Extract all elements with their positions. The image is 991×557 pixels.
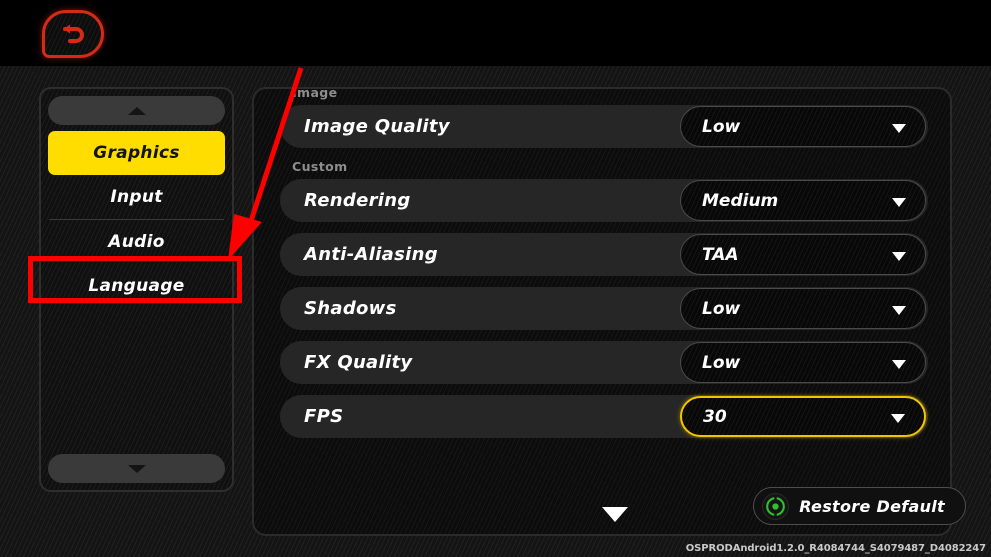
sidebar-item-audio[interactable]: Audio [48,220,225,264]
sidebar-item-label: Graphics [93,143,180,163]
section-header-image: Image [292,87,338,100]
chevron-down-icon [892,123,906,133]
chevron-down-icon [127,464,146,473]
setting-row-fx-quality[interactable]: FX Quality Low [280,341,928,384]
dropdown-value: 30 [703,406,727,427]
setting-row-rendering[interactable]: Rendering Medium [280,179,928,222]
sidebar-item-graphics[interactable]: Graphics [48,131,225,175]
dropdown-value: Low [702,116,741,137]
sidebar-item-label: Audio [108,232,165,252]
dropdown-image-quality[interactable]: Low [680,106,926,147]
setting-label: FPS [304,406,344,427]
chevron-down-icon [892,197,906,207]
sidebar-menu: Graphics Input Audio Language [48,131,225,454]
build-version-text: OSPRODAndroid1.2.0_R4084744_S4079487_D40… [685,543,986,554]
setting-label: Rendering [304,190,411,211]
back-button[interactable] [42,10,104,58]
sidebar-item-language[interactable]: Language [48,264,225,308]
dropdown-value: TAA [702,244,739,265]
sidebar-item-input[interactable]: Input [48,175,225,219]
sidebar-scroll-down-button[interactable] [48,454,225,483]
settings-sidebar: Graphics Input Audio Language [39,87,234,492]
top-header-bar [0,0,991,66]
setting-row-image-quality[interactable]: Image Quality Low [280,105,928,148]
setting-label: Image Quality [304,116,450,137]
section-header-custom: Custom [292,159,348,174]
back-arrow-icon [59,22,87,46]
dropdown-value: Low [702,352,741,373]
dropdown-shadows[interactable]: Low [680,288,926,329]
dropdown-fps[interactable]: 30 [680,396,926,437]
chevron-down-icon [891,413,905,423]
setting-label: FX Quality [304,352,413,373]
restore-default-label: Restore Default [799,496,945,516]
sidebar-scroll-up-button[interactable] [48,96,225,125]
dropdown-rendering[interactable]: Medium [680,180,926,221]
dropdown-fx-quality[interactable]: Low [680,342,926,383]
panel-scroll-down-icon[interactable] [602,507,628,522]
chevron-down-icon [892,305,906,315]
settings-page: Graphics Input Audio Language Image Imag… [0,66,991,557]
graphics-settings-panel: Image Image Quality Low Custom Rendering… [252,87,952,536]
setting-label: Anti-Aliasing [304,244,438,265]
dropdown-value: Low [702,298,741,319]
setting-label: Shadows [304,298,397,319]
chevron-up-icon [127,106,146,115]
chevron-down-icon [892,359,906,369]
dropdown-value: Medium [702,190,779,211]
restore-default-button[interactable]: Restore Default [753,487,966,525]
refresh-icon [762,492,790,520]
setting-row-fps[interactable]: FPS 30 [280,395,928,438]
chevron-down-icon [892,251,906,261]
setting-row-shadows[interactable]: Shadows Low [280,287,928,330]
sidebar-item-label: Language [88,276,185,296]
setting-row-anti-aliasing[interactable]: Anti-Aliasing TAA [280,233,928,276]
dropdown-anti-aliasing[interactable]: TAA [680,234,926,275]
sidebar-item-label: Input [110,187,163,207]
